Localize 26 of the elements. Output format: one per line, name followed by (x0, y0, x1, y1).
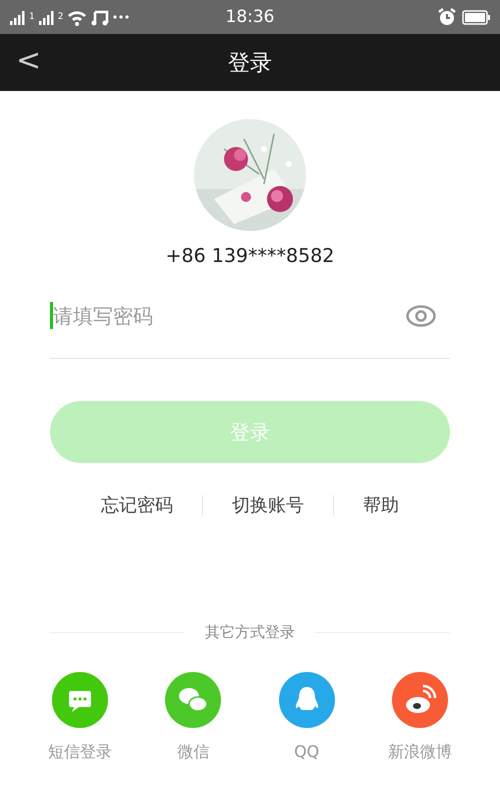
alarm-icon (438, 8, 456, 26)
back-button[interactable]: < (0, 46, 42, 80)
wifi-icon (67, 8, 88, 26)
chat-bubbles-icon[interactable] (165, 672, 222, 728)
eye-logo-icon[interactable] (392, 672, 448, 728)
login-option-label[interactable]: 新浪微博 (388, 742, 452, 763)
eye-icon[interactable] (406, 304, 436, 326)
more-icon (113, 14, 130, 20)
link[interactable]: 帮助 (334, 493, 428, 517)
status-time: 18:36 (224, 7, 276, 27)
section-title: 其它方式登录 (205, 623, 295, 642)
login-option-label[interactable]: 微信 (177, 742, 210, 763)
page-title: 登录 (228, 50, 272, 76)
signal-icon (10, 10, 25, 24)
link[interactable]: 切换账号 (203, 493, 333, 517)
chat-icon[interactable] (52, 672, 108, 728)
sim-label: 2 (58, 12, 64, 22)
login-option-label[interactable]: 短信登录 (48, 742, 112, 763)
penguin-icon[interactable] (278, 672, 335, 728)
sim-label: 1 (29, 12, 35, 22)
signal-icon (38, 10, 54, 24)
phone-number: +86 139****8582 (166, 245, 334, 267)
link[interactable]: 忘记密码 (72, 493, 202, 517)
music-icon (91, 8, 110, 26)
login-option-label[interactable]: QQ (294, 742, 320, 761)
battery-icon (462, 10, 490, 24)
